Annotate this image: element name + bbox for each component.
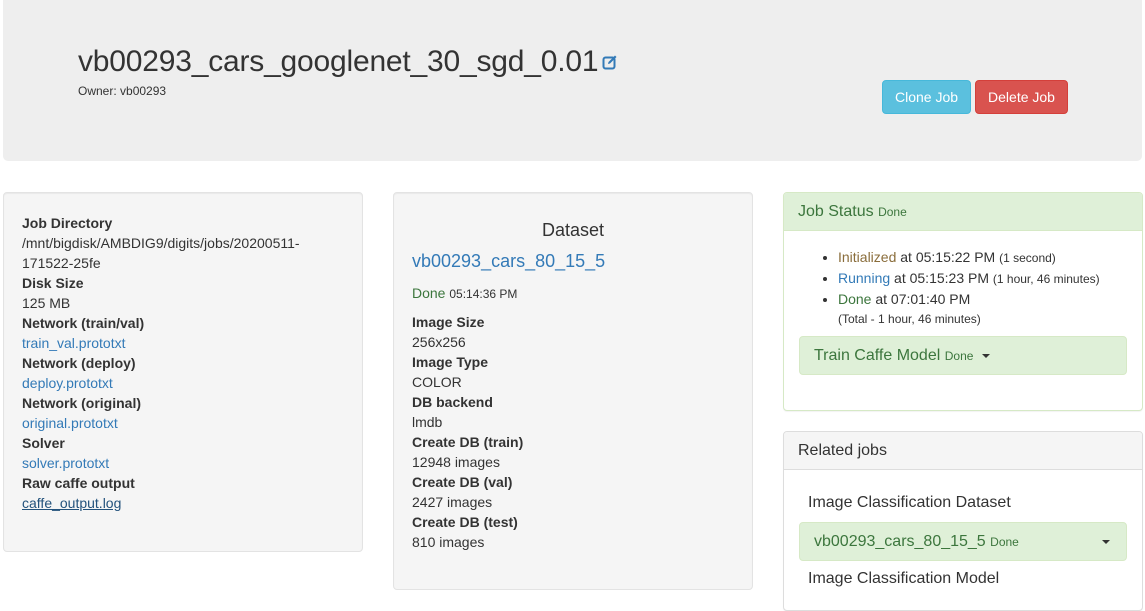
status-running-time: at 05:15:23 PM (894, 270, 989, 286)
create-db-val-label: Create DB (val) (412, 474, 513, 490)
create-db-val-value: 2427 images (412, 494, 493, 510)
job-status-title: Job Status (798, 203, 874, 220)
disk-size-value: 125 MB (22, 295, 71, 311)
job-directory-line1: /mnt/bigdisk/AMBDIG9/digits/jobs/2020051… (22, 235, 300, 251)
edit-icon[interactable] (602, 44, 618, 78)
raw-output-link[interactable]: caffe_output.log (22, 495, 121, 511)
status-done: Done at 07:01:40 PM (838, 289, 1142, 309)
train-caffe-model-dropdown[interactable]: Train Caffe Model Done (799, 336, 1127, 375)
owner-label: Owner: (78, 84, 117, 98)
job-directory-line2: 171522-25fe (22, 255, 101, 271)
network-deploy-link[interactable]: deploy.prototxt (22, 375, 113, 391)
db-backend-value: lmdb (412, 414, 443, 430)
image-type-value: COLOR (412, 374, 462, 390)
image-size-label: Image Size (412, 314, 485, 330)
raw-output-label: Raw caffe output (22, 475, 135, 491)
related-section-dataset: Image Classification Dataset (808, 494, 1011, 511)
status-initialized-time: at 05:15:22 PM (900, 249, 996, 265)
clone-job-button[interactable]: Clone Job (882, 80, 971, 114)
create-db-train-label: Create DB (train) (412, 434, 524, 450)
status-done-time: at 07:01:40 PM (875, 291, 971, 307)
create-db-test-label: Create DB (test) (412, 514, 518, 530)
job-status-panel: Job Status Done Initialized at 05:15:22 … (783, 192, 1143, 411)
network-trainval-link[interactable]: train_val.prototxt (22, 335, 126, 351)
dataset-status-text: Done (412, 285, 446, 301)
create-db-test-value: 810 images (412, 534, 485, 550)
disk-size-label: Disk Size (22, 275, 84, 291)
task-name: Train Caffe Model (814, 347, 941, 364)
job-directory-label: Job Directory (22, 215, 113, 231)
image-type-label: Image Type (412, 354, 488, 370)
status-timeline: Initialized at 05:15:22 PM (1 second) Ru… (784, 231, 1142, 329)
network-deploy-label: Network (deploy) (22, 355, 136, 371)
status-initialized-name: Initialized (838, 249, 897, 265)
dataset-heading: Dataset (541, 220, 605, 240)
caret-down-icon (981, 353, 990, 358)
image-size-value: 256x256 (412, 334, 466, 350)
related-jobs-header: Related jobs (784, 432, 1142, 470)
owner-line: Owner: vb00293 (78, 84, 166, 98)
job-info-panel: Job Directory /mnt/bigdisk/AMBDIG9/digit… (3, 192, 363, 552)
related-dataset-dropdown[interactable]: vb00293_cars_80_15_5 Done (799, 522, 1127, 561)
caret-down-icon (1102, 540, 1110, 544)
solver-link[interactable]: solver.prototxt (22, 455, 109, 471)
dataset-status: Done 05:14:36 PM (412, 281, 734, 306)
task-state: Done (944, 349, 974, 363)
page-title: vb00293_cars_googlenet_30_sgd_0.01 (78, 45, 618, 79)
job-directory-value: /mnt/bigdisk/AMBDIG9/digits/jobs/2020051… (22, 233, 344, 273)
dataset-link[interactable]: vb00293_cars_80_15_5 (412, 249, 734, 273)
job-status-header: Job Status Done (784, 193, 1142, 231)
job-status-state: Done (878, 205, 907, 219)
related-section-model: Image Classification Model (808, 570, 1000, 587)
network-trainval-label: Network (train/val) (22, 315, 145, 331)
status-initialized: Initialized at 05:15:22 PM (1 second) (838, 247, 1142, 268)
create-db-train-value: 12948 images (412, 454, 500, 470)
owner-name: vb00293 (120, 84, 167, 98)
network-original-label: Network (original) (22, 395, 142, 411)
dataset-panel: Dataset vb00293_cars_80_15_5 Done 05:14:… (393, 192, 753, 590)
status-running-duration: (1 hour, 46 minutes) (992, 272, 1100, 286)
status-running: Running at 05:15:23 PM (1 hour, 46 minut… (838, 268, 1142, 289)
status-running-name: Running (838, 270, 891, 286)
status-initialized-duration: (1 second) (999, 251, 1056, 265)
solver-label: Solver (22, 435, 65, 451)
related-dataset-name: vb00293_cars_80_15_5 (814, 533, 986, 550)
related-dataset-state: Done (990, 535, 1019, 549)
db-backend-label: DB backend (412, 394, 493, 410)
job-header: vb00293_cars_googlenet_30_sgd_0.01 Owner… (3, 0, 1142, 161)
dataset-status-time: 05:14:36 PM (449, 287, 518, 301)
status-total-duration: (Total - 1 hour, 46 minutes) (838, 312, 981, 326)
status-done-name: Done (838, 291, 872, 307)
job-title-text: vb00293_cars_googlenet_30_sgd_0.01 (78, 45, 599, 78)
related-jobs-panel: Related jobs Image Classification Datase… (783, 431, 1143, 611)
network-original-link[interactable]: original.prototxt (22, 415, 118, 431)
delete-job-button[interactable]: Delete Job (975, 80, 1068, 114)
